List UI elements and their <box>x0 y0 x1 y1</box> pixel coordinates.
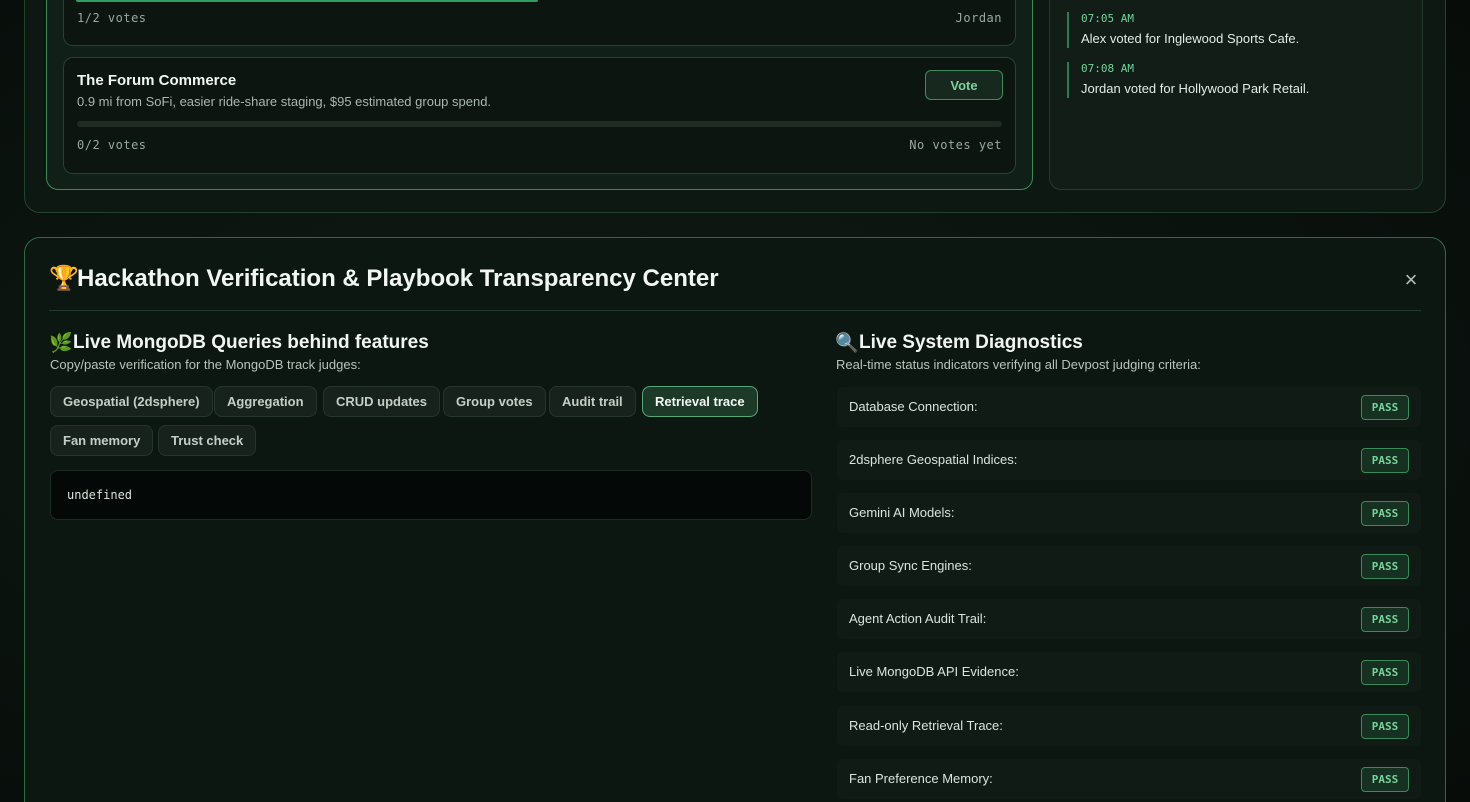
diagnostic-row: Fan Preference Memory: PASS <box>837 759 1421 799</box>
diagnostic-row: Agent Action Audit Trail: PASS <box>837 599 1421 639</box>
vote-progress-track <box>77 121 1002 127</box>
diagnostic-label: 2dsphere Geospatial Indices: <box>849 452 1018 467</box>
diagnostic-row: Gemini AI Models: PASS <box>837 493 1421 533</box>
voter-names: No votes yet <box>909 138 1002 152</box>
activity-item: 07:05 AM Alex voted for Inglewood Sports… <box>1067 12 1299 48</box>
vote-count: 1/2 votes <box>77 11 147 25</box>
queries-subtitle: Copy/paste verification for the MongoDB … <box>50 357 361 372</box>
diagnostic-label: Gemini AI Models: <box>849 505 955 520</box>
tab-aggregation[interactable]: Aggregation <box>214 386 317 417</box>
diagnostic-row: Live MongoDB API Evidence: PASS <box>837 652 1421 692</box>
diagnostic-label: Agent Action Audit Trail: <box>849 611 987 626</box>
activity-text: Alex voted for Inglewood Sports Cafe. <box>1081 31 1300 46</box>
verification-center-panel: 🏆 Hackathon Verification & Playbook Tran… <box>24 237 1446 802</box>
diagnostic-row: Read-only Retrieval Trace: PASS <box>837 706 1421 746</box>
queries-section-title: 🌿 Live MongoDB Queries behind features <box>49 331 429 355</box>
vote-option-card: The Forum Commerce 0.9 mi from SoFi, eas… <box>63 57 1016 174</box>
tab-group-votes[interactable]: Group votes <box>443 386 546 417</box>
diagnostics-section-title: 🔍 Live System Diagnostics <box>835 331 1083 355</box>
status-badge: PASS <box>1361 607 1409 632</box>
activity-time: 07:08 AM <box>1081 62 1134 75</box>
query-code-block[interactable]: undefined <box>50 470 812 520</box>
activity-text: Jordan voted for Hollywood Park Retail. <box>1081 81 1310 96</box>
vote-progress-fill <box>76 0 538 2</box>
activity-item: 07:08 AM Jordan voted for Hollywood Park… <box>1067 62 1309 98</box>
option-title: The Forum Commerce <box>77 72 237 89</box>
divider <box>49 310 1421 311</box>
diagnostic-row: 2dsphere Geospatial Indices: PASS <box>837 440 1421 480</box>
diagnostic-label: Live MongoDB API Evidence: <box>849 664 1019 679</box>
activity-time: 07:05 AM <box>1081 12 1134 25</box>
diagnostic-label: Fan Preference Memory: <box>849 771 993 786</box>
diagnostics-subtitle: Real-time status indicators verifying al… <box>836 357 1201 372</box>
verification-title: 🏆 Hackathon Verification & Playbook Tran… <box>49 264 719 293</box>
verification-title-text: Hackathon Verification & Playbook Transp… <box>77 264 719 292</box>
diagnostic-row: Group Sync Engines: PASS <box>837 546 1421 586</box>
status-badge: PASS <box>1361 501 1409 526</box>
status-badge: PASS <box>1361 714 1409 739</box>
leaf-icon: 🌿 <box>49 333 73 354</box>
tab-audit-trail[interactable]: Audit trail <box>549 386 636 417</box>
vote-count: 0/2 votes <box>77 138 147 152</box>
queries-title-text: Live MongoDB Queries behind features <box>73 332 429 353</box>
diagnostic-label: Read-only Retrieval Trace: <box>849 718 1003 733</box>
tab-fan-memory[interactable]: Fan memory <box>50 425 154 456</box>
diagnostic-row: Database Connection: PASS <box>837 387 1421 427</box>
vote-option-card: 1/2 votes Jordan <box>63 0 1016 46</box>
status-badge: PASS <box>1361 660 1409 685</box>
tab-geospatial[interactable]: Geospatial (2dsphere) <box>50 386 213 417</box>
tab-crud-updates[interactable]: CRUD updates <box>323 386 441 417</box>
magnifier-icon: 🔍 <box>835 333 859 354</box>
tab-retrieval-trace[interactable]: Retrieval trace <box>642 386 758 417</box>
vote-button[interactable]: Vote <box>925 70 1003 100</box>
status-badge: PASS <box>1361 767 1409 792</box>
voter-names: Jordan <box>955 11 1002 25</box>
diagnostics-title-text: Live System Diagnostics <box>859 332 1083 353</box>
status-badge: PASS <box>1361 448 1409 473</box>
status-badge: PASS <box>1361 395 1409 420</box>
diagnostic-label: Database Connection: <box>849 399 978 414</box>
close-button[interactable]: × <box>1399 268 1423 292</box>
trophy-icon: 🏆 <box>49 265 79 292</box>
status-badge: PASS <box>1361 554 1409 579</box>
option-description: 0.9 mi from SoFi, easier ride-share stag… <box>77 94 492 109</box>
diagnostic-label: Group Sync Engines: <box>849 558 972 573</box>
tab-trust-check[interactable]: Trust check <box>158 425 257 456</box>
activity-feed: 07:05 AM Alex voted for Inglewood Sports… <box>1049 0 1423 190</box>
